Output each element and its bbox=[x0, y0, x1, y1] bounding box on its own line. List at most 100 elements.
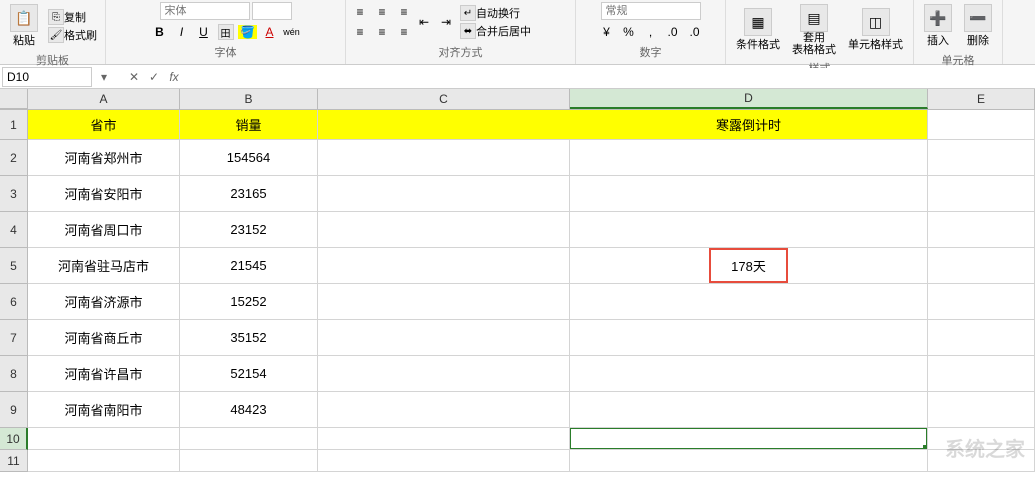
insert-button[interactable]: ➕ 插入 bbox=[918, 2, 958, 50]
indent-right-button[interactable]: ⇥ bbox=[436, 12, 456, 32]
cell-C7[interactable] bbox=[318, 320, 570, 356]
cell-C8[interactable] bbox=[318, 356, 570, 392]
inc-decimal-button[interactable]: .0 bbox=[663, 22, 683, 42]
col-header-B[interactable]: B bbox=[180, 89, 318, 109]
cell-C3[interactable] bbox=[318, 176, 570, 212]
delete-button[interactable]: ➖ 删除 bbox=[958, 2, 998, 50]
cell-E7[interactable] bbox=[928, 320, 1035, 356]
align-bottom-button[interactable]: ≡ bbox=[394, 2, 414, 22]
cell-D4[interactable] bbox=[570, 212, 928, 248]
row-header-4[interactable]: 4 bbox=[0, 212, 28, 248]
align-right-button[interactable]: ≡ bbox=[394, 22, 414, 42]
cell-B5[interactable]: 21545 bbox=[180, 248, 318, 284]
confirm-icon[interactable]: ✓ bbox=[144, 67, 164, 87]
cell-E3[interactable] bbox=[928, 176, 1035, 212]
cell-E5[interactable] bbox=[928, 248, 1035, 284]
row-header-8[interactable]: 8 bbox=[0, 356, 28, 392]
copy-button[interactable]: ⎘ 复制 bbox=[44, 8, 101, 26]
cell-D10[interactable] bbox=[570, 428, 928, 450]
cell-style-button[interactable]: ◫ 单元格样式 bbox=[842, 6, 909, 54]
cell-B4[interactable]: 23152 bbox=[180, 212, 318, 248]
cell-A1[interactable]: 省市 bbox=[28, 110, 180, 140]
underline-button[interactable]: U bbox=[194, 22, 214, 42]
cell-D11[interactable] bbox=[570, 450, 928, 472]
cell-A3[interactable]: 河南省安阳市 bbox=[28, 176, 180, 212]
cell-E8[interactable] bbox=[928, 356, 1035, 392]
col-header-D[interactable]: D bbox=[570, 89, 928, 109]
cell-C1[interactable] bbox=[318, 110, 570, 140]
name-box-dropdown[interactable]: ▾ bbox=[94, 67, 114, 87]
align-top-button[interactable]: ≡ bbox=[350, 2, 370, 22]
col-header-C[interactable]: C bbox=[318, 89, 570, 109]
cell-E11[interactable] bbox=[928, 450, 1035, 472]
font-size-select[interactable] bbox=[252, 2, 292, 20]
cell-E2[interactable] bbox=[928, 140, 1035, 176]
select-all-corner[interactable] bbox=[0, 89, 28, 109]
cell-B11[interactable] bbox=[180, 450, 318, 472]
cell-B10[interactable] bbox=[180, 428, 318, 450]
row-header-2[interactable]: 2 bbox=[0, 140, 28, 176]
cell-C4[interactable] bbox=[318, 212, 570, 248]
cell-E4[interactable] bbox=[928, 212, 1035, 248]
cell-A5[interactable]: 河南省驻马店市 bbox=[28, 248, 180, 284]
cell-A8[interactable]: 河南省许昌市 bbox=[28, 356, 180, 392]
table-format-button[interactable]: ▤ 套用 表格格式 bbox=[786, 2, 842, 58]
cell-A10[interactable] bbox=[28, 428, 180, 450]
row-header-3[interactable]: 3 bbox=[0, 176, 28, 212]
cell-C6[interactable] bbox=[318, 284, 570, 320]
paste-button[interactable]: 📋 粘贴 bbox=[4, 2, 44, 50]
cell-E1[interactable] bbox=[928, 110, 1035, 140]
cell-D8[interactable] bbox=[570, 356, 928, 392]
cell-C5[interactable] bbox=[318, 248, 570, 284]
cell-A11[interactable] bbox=[28, 450, 180, 472]
cell-E6[interactable] bbox=[928, 284, 1035, 320]
cell-B8[interactable]: 52154 bbox=[180, 356, 318, 392]
cell-D7[interactable] bbox=[570, 320, 928, 356]
cell-B6[interactable]: 15252 bbox=[180, 284, 318, 320]
cell-A6[interactable]: 河南省济源市 bbox=[28, 284, 180, 320]
italic-button[interactable]: I bbox=[172, 22, 192, 42]
align-left-button[interactable]: ≡ bbox=[350, 22, 370, 42]
comma-button[interactable]: , bbox=[641, 22, 661, 42]
fx-button[interactable]: fx bbox=[164, 67, 184, 87]
cell-B2[interactable]: 154564 bbox=[180, 140, 318, 176]
cell-C9[interactable] bbox=[318, 392, 570, 428]
cell-C2[interactable] bbox=[318, 140, 570, 176]
col-header-A[interactable]: A bbox=[28, 89, 180, 109]
row-header-10[interactable]: 10 bbox=[0, 428, 28, 450]
merge-center-button[interactable]: ⬌ 合并后居中 bbox=[456, 22, 535, 40]
indent-left-button[interactable]: ⇤ bbox=[414, 12, 434, 32]
fill-color-button[interactable]: 🪣 bbox=[238, 22, 258, 42]
cell-A9[interactable]: 河南省南阳市 bbox=[28, 392, 180, 428]
cell-A7[interactable]: 河南省商丘市 bbox=[28, 320, 180, 356]
format-painter-button[interactable]: 🖌 格式刷 bbox=[44, 26, 101, 44]
row-header-11[interactable]: 11 bbox=[0, 450, 28, 472]
row-header-6[interactable]: 6 bbox=[0, 284, 28, 320]
font-color-button[interactable]: A bbox=[260, 22, 280, 42]
name-box[interactable] bbox=[2, 67, 92, 87]
cancel-icon[interactable]: ✕ bbox=[124, 67, 144, 87]
row-header-7[interactable]: 7 bbox=[0, 320, 28, 356]
bold-button[interactable]: B bbox=[150, 22, 170, 42]
formula-input[interactable] bbox=[184, 68, 1035, 86]
cell-B7[interactable]: 35152 bbox=[180, 320, 318, 356]
cell-D6[interactable] bbox=[570, 284, 928, 320]
number-format-select[interactable] bbox=[601, 2, 701, 20]
align-middle-button[interactable]: ≡ bbox=[372, 2, 392, 22]
col-header-E[interactable]: E bbox=[928, 89, 1035, 109]
cell-B3[interactable]: 23165 bbox=[180, 176, 318, 212]
cell-D1[interactable]: 寒露倒计时 bbox=[570, 110, 928, 140]
dec-decimal-button[interactable]: .0 bbox=[685, 22, 705, 42]
cell-C10[interactable] bbox=[318, 428, 570, 450]
align-center-button[interactable]: ≡ bbox=[372, 22, 392, 42]
cell-D9[interactable] bbox=[570, 392, 928, 428]
cell-D3[interactable] bbox=[570, 176, 928, 212]
cell-B1[interactable]: 销量 bbox=[180, 110, 318, 140]
cell-C11[interactable] bbox=[318, 450, 570, 472]
cell-A2[interactable]: 河南省郑州市 bbox=[28, 140, 180, 176]
cell-D5[interactable]: 178天 bbox=[570, 248, 928, 284]
row-header-5[interactable]: 5 bbox=[0, 248, 28, 284]
row-header-9[interactable]: 9 bbox=[0, 392, 28, 428]
row-header-1[interactable]: 1 bbox=[0, 110, 28, 140]
cell-A4[interactable]: 河南省周口市 bbox=[28, 212, 180, 248]
